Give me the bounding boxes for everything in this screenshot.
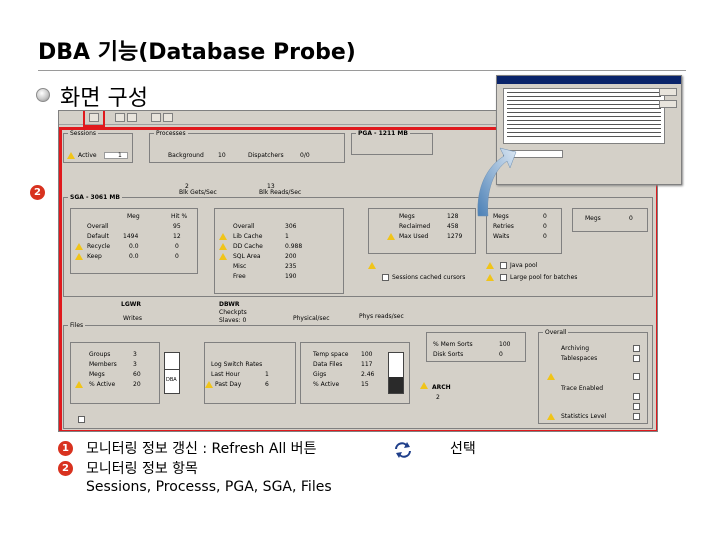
callout-arrow-icon: [477, 147, 517, 217]
refresh-highlight: [83, 111, 105, 127]
page-title: DBA 기능(Database Probe): [38, 40, 356, 65]
options-icon[interactable]: [151, 113, 161, 122]
footer-line-2: 모니터링 정보 항목: [86, 461, 198, 477]
bullet-icon: [36, 88, 50, 102]
monitor-icon[interactable]: [115, 113, 125, 122]
footer-marker-1: 1: [58, 441, 73, 456]
footer-marker-2: 2: [58, 461, 73, 476]
footer-line-1-tail: 선택: [450, 441, 476, 457]
section-subtitle: 화면 구성: [60, 86, 148, 111]
export-icon[interactable]: [163, 113, 173, 122]
footer-line-3: Sessions, Processs, PGA, SGA, Files: [86, 479, 332, 495]
popup-text-area: [503, 88, 665, 144]
popup-ok-button[interactable]: [659, 88, 677, 96]
refresh-icon: [393, 441, 413, 459]
marker-2: 2: [30, 185, 45, 200]
info-popup: [496, 75, 682, 185]
footer-line-1: 모니터링 정보 갱신 : Refresh All 버튼: [86, 441, 317, 457]
title-divider: [38, 70, 686, 71]
popup-cancel-button[interactable]: [659, 100, 677, 108]
popup-titlebar: [497, 76, 681, 84]
dropdown-icon[interactable]: [127, 113, 137, 122]
